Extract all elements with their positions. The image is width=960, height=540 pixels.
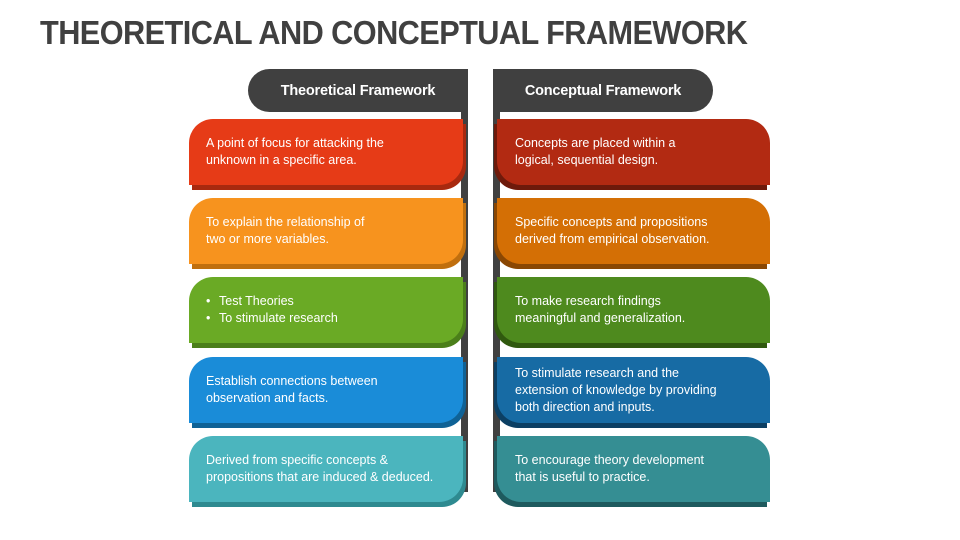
bullet-item: Test Theories <box>206 293 453 310</box>
card-text-line: Concepts are placed within a <box>515 136 676 150</box>
card-text-line: logical, sequential design. <box>515 153 659 167</box>
conceptual-card: To encourage theory development that is … <box>497 436 770 502</box>
card-text-line: Specific concepts and propositions <box>515 215 708 229</box>
theoretical-header-label: Theoretical Framework <box>280 82 436 99</box>
card-text-line: propositions that are induced & deduced. <box>206 470 434 484</box>
card-text-line: both direction and inputs. <box>515 399 655 414</box>
card-text-line: To stimulate research and the <box>515 365 679 380</box>
bullet-item: To stimulate research <box>206 310 453 327</box>
card-text-line: unknown in a specific area. <box>206 153 357 167</box>
card-text-line: Establish connections between <box>206 374 378 388</box>
card-text-line: observation and facts. <box>206 391 329 405</box>
card-text-line: To explain the relationship of <box>206 215 365 229</box>
card-text-line: derived from empirical observation. <box>515 232 710 246</box>
conceptual-card: To make research findings meaningful and… <box>497 277 770 343</box>
conceptual-framework-header: Conceptual Framework <box>493 69 713 112</box>
theoretical-card: A point of focus for attacking the unkno… <box>189 119 463 185</box>
bullet-list: Test Theories To stimulate research <box>206 293 453 327</box>
slide-title: THEORETICAL AND CONCEPTUAL FRAMEWORK <box>40 14 748 51</box>
theoretical-framework-header: Theoretical Framework <box>248 69 468 112</box>
card-text-line: To encourage theory development <box>515 453 705 467</box>
card-text-line: To make research findings <box>515 294 661 308</box>
card-text-line: that is useful to practice. <box>515 470 650 484</box>
card-text-line: two or more variables. <box>206 232 329 246</box>
theoretical-card: Test Theories To stimulate research <box>189 277 463 343</box>
card-text-line: Derived from specific concepts & <box>206 453 389 467</box>
conceptual-card: To stimulate research and the extension … <box>497 357 770 423</box>
conceptual-card: Specific concepts and propositions deriv… <box>497 198 770 264</box>
conceptual-header-label: Conceptual Framework <box>524 82 682 99</box>
conceptual-card: Concepts are placed within a logical, se… <box>497 119 770 185</box>
card-text-line: A point of focus for attacking the <box>206 136 384 150</box>
card-text-line: extension of knowledge by providing <box>515 382 717 397</box>
theoretical-card: Establish connections between observatio… <box>189 357 463 423</box>
theoretical-card: Derived from specific concepts & proposi… <box>189 436 463 502</box>
theoretical-card: To explain the relationship of two or mo… <box>189 198 463 264</box>
card-text-line: meaningful and generalization. <box>515 311 686 325</box>
